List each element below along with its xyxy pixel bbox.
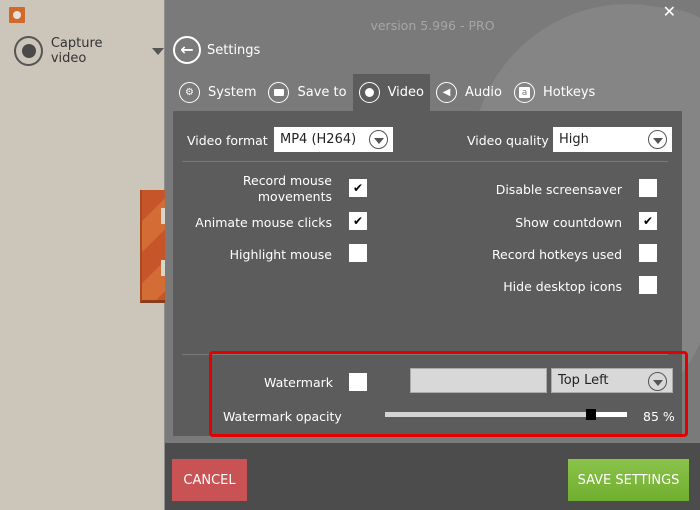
record-icon [14, 36, 43, 66]
capture-mode-dropdown[interactable]: Capture video [14, 36, 164, 66]
tab-save-to[interactable]: Save to [262, 74, 352, 111]
settings-tabs: ⚙ System Save to Video ◀ Audio a Hotkeys [173, 74, 601, 111]
video-format-select[interactable]: MP4 (H264) [274, 127, 393, 152]
tab-label: Audio [465, 85, 502, 100]
recorder-sidebar: Capture video [0, 0, 165, 510]
highlight-mouse-checkbox[interactable] [349, 244, 367, 262]
tab-label: Hotkeys [542, 85, 596, 100]
video-format-value: MP4 (H264) [280, 132, 357, 147]
video-quality-select[interactable]: High [553, 127, 672, 152]
divider [182, 354, 668, 355]
show-countdown-checkbox[interactable]: ✔ [639, 212, 657, 230]
chevron-down-icon [648, 372, 667, 391]
recorder-handle[interactable] [140, 190, 165, 303]
record-hotkeys-checkbox[interactable] [639, 244, 657, 262]
disable-screensaver-label: Disable screensaver [495, 182, 622, 197]
video-quality-value: High [559, 132, 589, 147]
disable-screensaver-checkbox[interactable] [639, 179, 657, 197]
watermark-opacity-slider[interactable] [385, 407, 627, 421]
tab-hotkeys[interactable]: a Hotkeys [508, 74, 601, 111]
cancel-button[interactable]: CANCEL [172, 459, 247, 501]
video-quality-label: Video quality [467, 133, 549, 148]
close-icon: ✕ [662, 2, 676, 21]
slider-track-empty [591, 412, 627, 417]
keyboard-key-icon: a [513, 82, 535, 103]
slider-track-filled [385, 412, 591, 417]
tab-label: Video [387, 85, 425, 100]
settings-window: version 5.996 - PRO ✕ ← Settings ⚙ Syste… [165, 0, 700, 510]
gears-icon: ⚙ [179, 82, 200, 103]
animate-mouse-clicks-checkbox[interactable]: ✔ [349, 212, 367, 230]
app-logo-icon [9, 7, 25, 23]
watermark-label: Watermark [264, 375, 333, 390]
tab-system[interactable]: ⚙ System [173, 74, 262, 111]
watermark-checkbox[interactable] [349, 373, 367, 391]
watermark-text-input[interactable] [410, 368, 547, 393]
show-countdown-label: Show countdown [515, 215, 622, 230]
arrow-left-icon: ← [173, 36, 201, 64]
footer-bar: CANCEL SAVE SETTINGS [165, 443, 700, 510]
save-settings-button[interactable]: SAVE SETTINGS [568, 459, 689, 501]
chevron-down-icon [369, 130, 388, 149]
speaker-icon: ◀ [436, 82, 458, 103]
record-hotkeys-label: Record hotkeys used [491, 247, 622, 262]
back-button[interactable]: ← Settings [173, 36, 260, 64]
hide-desktop-icons-checkbox[interactable] [639, 276, 657, 294]
watermark-position-value: Top Left [558, 373, 609, 388]
tab-label: Save to [297, 85, 347, 100]
tab-audio[interactable]: ◀ Audio [430, 74, 508, 111]
video-format-label: Video format [187, 133, 268, 148]
animate-mouse-clicks-label: Animate mouse clicks [195, 215, 332, 230]
watermark-position-select[interactable]: Top Left [551, 368, 673, 393]
record-icon [358, 82, 380, 103]
watermark-opacity-value: 85 % [643, 409, 675, 424]
capture-mode-label: Capture video [50, 36, 103, 66]
video-settings-panel: Video format MP4 (H264) Video quality Hi… [173, 111, 682, 436]
record-mouse-movements-label: Record mouse movements [242, 173, 332, 204]
version-text: version 5.996 - PRO [370, 18, 495, 33]
settings-title: Settings [207, 42, 261, 58]
chevron-down-icon [152, 47, 164, 55]
highlight-mouse-label: Highlight mouse [229, 247, 332, 262]
folder-icon [268, 82, 290, 103]
chevron-down-icon [648, 130, 667, 149]
close-button[interactable]: ✕ [663, 2, 676, 21]
slider-thumb[interactable] [586, 409, 596, 420]
watermark-opacity-label: Watermark opacity [223, 409, 342, 424]
record-mouse-movements-checkbox[interactable]: ✔ [349, 179, 367, 197]
tab-video[interactable]: Video [352, 74, 431, 111]
hide-desktop-icons-label: Hide desktop icons [503, 279, 622, 294]
divider [182, 161, 668, 162]
tab-label: System [208, 85, 257, 100]
